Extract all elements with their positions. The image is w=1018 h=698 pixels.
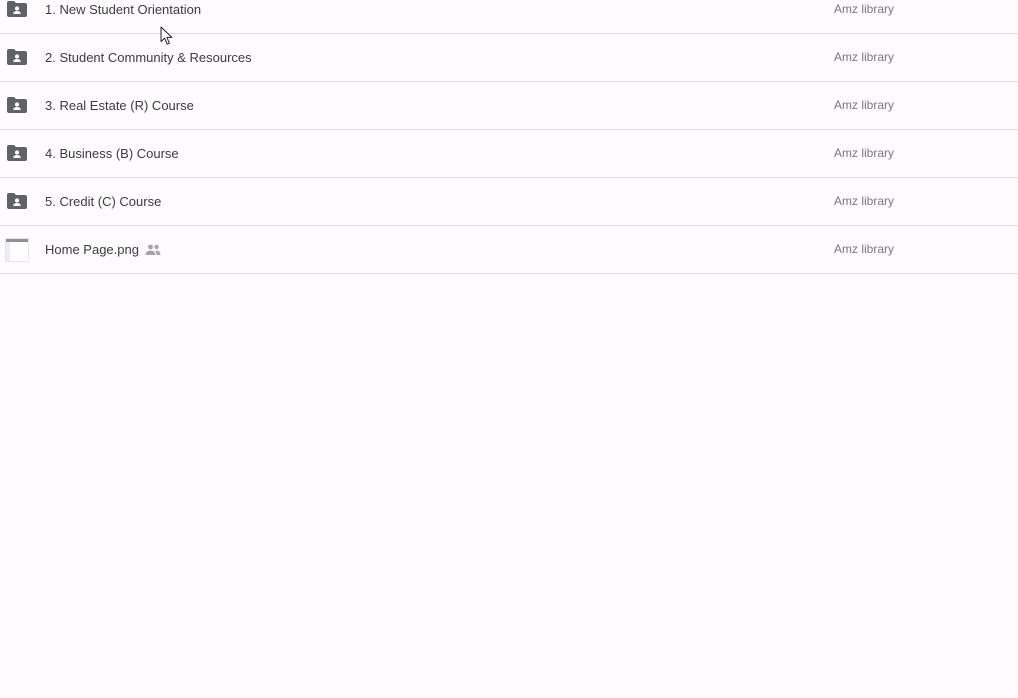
shared-folder-icon [7,1,27,17]
file-row-home-page-png[interactable]: Home Page.png Amz library [0,226,1018,274]
file-name: 2. Student Community & Resources [45,50,252,65]
file-name: 5. Credit (C) Course [45,194,162,209]
shared-folder-icon [7,97,27,113]
file-owner: Amz library [834,98,895,112]
file-owner: Amz library [834,2,895,16]
file-row-new-student-orientation[interactable]: 1. New Student Orientation Amz library [0,0,1018,34]
file-list: 1. New Student Orientation Amz library 2… [0,0,1018,274]
file-row-student-community-resources[interactable]: 2. Student Community & Resources Amz lib… [0,34,1018,82]
shared-folder-icon [7,193,27,209]
file-name-wrap: Home Page.png [45,242,161,259]
file-name: 1. New Student Orientation [45,2,202,17]
file-owner: Amz library [834,50,895,64]
image-thumbnail-icon [5,238,29,262]
file-row-credit-course[interactable]: 5. Credit (C) Course Amz library [0,178,1018,226]
shared-folder-icon [7,145,27,161]
file-row-real-estate-course[interactable]: 3. Real Estate (R) Course Amz library [0,82,1018,130]
people-icon [145,243,161,259]
file-name: 3. Real Estate (R) Course [45,98,194,113]
file-owner: Amz library [834,146,895,160]
file-name: Home Page.png [45,242,139,257]
file-row-business-course[interactable]: 4. Business (B) Course Amz library [0,130,1018,178]
file-owner: Amz library [834,242,895,256]
shared-folder-icon [7,49,27,65]
file-name: 4. Business (B) Course [45,146,179,161]
file-owner: Amz library [834,194,895,208]
